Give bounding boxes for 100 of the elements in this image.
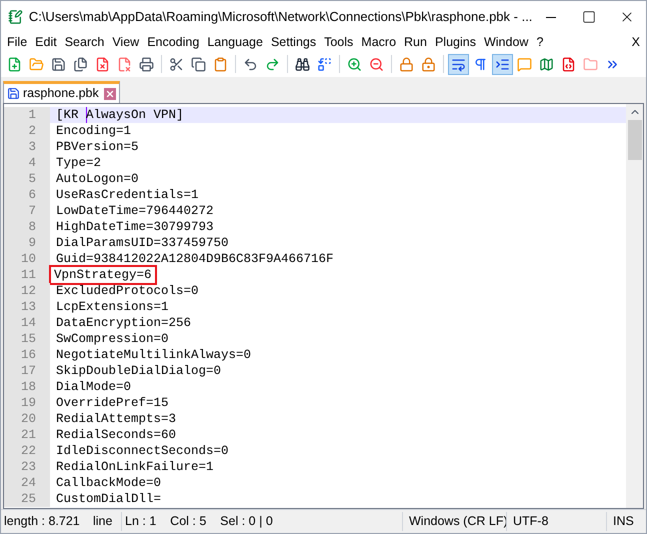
close-all-icon (117, 56, 132, 72)
code-line: AutoLogon=0 (56, 172, 139, 186)
code-line: SkipDoubleDialDialog=0 (56, 364, 222, 378)
folder-icon (583, 56, 598, 72)
menu-item[interactable]: Settings (266, 33, 320, 51)
line-number: 9 (4, 235, 50, 251)
menu-item[interactable]: View (108, 33, 144, 51)
line-number: 7 (4, 203, 50, 219)
status-mode: INS (606, 512, 646, 531)
line-number: 23 (4, 459, 50, 475)
binoculars-icon (295, 56, 310, 72)
menu-item[interactable]: Plugins (430, 33, 480, 51)
file-tab[interactable]: rasphone.pbk (3, 81, 120, 103)
save-icon (7, 87, 20, 100)
save-all-icon (73, 56, 88, 72)
line-number: 24 (4, 475, 50, 491)
status-position: Ln : 1 Col : 5 Sel : 0 | 0 (121, 512, 402, 531)
code-line: HighDateTime=30799793 (56, 220, 214, 234)
code-line: SwCompression=0 (56, 332, 169, 346)
code-line: ExcludedProtocols=0 (56, 284, 199, 298)
copy-icon (191, 56, 206, 72)
code-line: DialParamsUID=337459750 (56, 236, 229, 250)
line-number: 8 (4, 219, 50, 235)
indent-icon (495, 56, 510, 72)
pilcrow-icon (473, 56, 488, 72)
line-number: 13 (4, 299, 50, 315)
status-lines: line (93, 513, 114, 530)
menu-item[interactable]: Tools (320, 33, 358, 51)
cut-icon (169, 56, 184, 72)
status-length: length : 8.721 (3, 513, 81, 530)
maximize-icon (582, 10, 596, 24)
status-encoding: UTF-8 (506, 512, 606, 531)
line-number: 10 (4, 251, 50, 267)
code-line: DialMode=0 (56, 380, 132, 394)
line-number: 11 (4, 267, 50, 283)
code-line: RedialSeconds=60 (56, 428, 176, 442)
code-line: RedialAttempts=3 (56, 412, 176, 426)
open-folder-icon (29, 56, 44, 72)
line-number: 19 (4, 395, 50, 411)
replace-icon (317, 56, 332, 72)
scrollbar-thumb[interactable] (628, 120, 642, 160)
line-number: 5 (4, 171, 50, 187)
line-number: 25 (4, 491, 50, 507)
code-line: OverridePref=15 (56, 396, 169, 410)
wrap-text-button[interactable] (448, 54, 469, 74)
code-line: VpnStrategy=6 (52, 268, 154, 282)
code-line: IdleDisconnectSeconds=0 (56, 444, 229, 458)
line-number: 22 (4, 443, 50, 459)
code-line: Encoding=1 (56, 124, 132, 138)
line-number: 16 (4, 347, 50, 363)
print-icon (139, 56, 154, 72)
code-line: UseRasCredentials=1 (56, 188, 199, 202)
code-line: DataEncryption=256 (56, 316, 192, 330)
code-line: LowDateTime=796440272 (56, 204, 214, 218)
menu-item[interactable]: Language (203, 33, 267, 51)
code-line: PBVersion=5 (56, 140, 139, 154)
line-number: 20 (4, 411, 50, 427)
menu-item[interactable]: ? (532, 33, 548, 51)
notepad-icon (8, 8, 23, 26)
map-icon (539, 56, 554, 72)
line-number: 1 (4, 107, 50, 123)
speech-bubble-icon (517, 56, 532, 72)
line-number: 2 (4, 123, 50, 139)
close-file-icon (95, 56, 110, 72)
paste-icon (213, 56, 228, 72)
new-file-icon (7, 56, 22, 72)
wrap-text-icon (451, 56, 466, 72)
minimize-icon (546, 16, 556, 18)
line-number: 4 (4, 155, 50, 171)
close-document-button[interactable]: X (626, 32, 646, 52)
line-number: 15 (4, 331, 50, 347)
line-number: 6 (4, 187, 50, 203)
code-line: LcpExtensions=1 (56, 300, 169, 314)
indent-button[interactable] (492, 54, 513, 74)
menu-item[interactable]: Encoding (143, 33, 204, 51)
code-line: RedialOnLinkFailure=1 (56, 460, 214, 474)
lock-icon (399, 56, 414, 72)
vertical-scrollbar[interactable] (626, 104, 643, 508)
line-number: 14 (4, 315, 50, 331)
zoom-in-icon (347, 56, 362, 72)
line-number: 12 (4, 283, 50, 299)
line-number: 3 (4, 139, 50, 155)
save-icon (51, 56, 66, 72)
code-line: Type=2 (56, 156, 102, 170)
line-number: 18 (4, 379, 50, 395)
menu-item[interactable]: Edit (31, 33, 61, 51)
menu-item[interactable]: Window (480, 33, 532, 51)
code-line: CallbackMode=0 (56, 476, 162, 490)
line-number: 21 (4, 427, 50, 443)
redo-icon (265, 56, 280, 72)
menu-item[interactable]: Macro (357, 33, 400, 51)
lock-icon (421, 56, 436, 72)
code-line: CustomDialDll= (56, 492, 162, 506)
line-number: 17 (4, 363, 50, 379)
function-list-icon (561, 56, 576, 72)
code-line: Guid=938412022A12804D9B6C83F9A466716F (56, 252, 334, 266)
menu-item[interactable]: Run (400, 33, 431, 51)
menu-item[interactable]: File (3, 33, 32, 51)
menu-item[interactable]: Search (60, 33, 108, 51)
tab-close-icon[interactable] (104, 88, 116, 100)
